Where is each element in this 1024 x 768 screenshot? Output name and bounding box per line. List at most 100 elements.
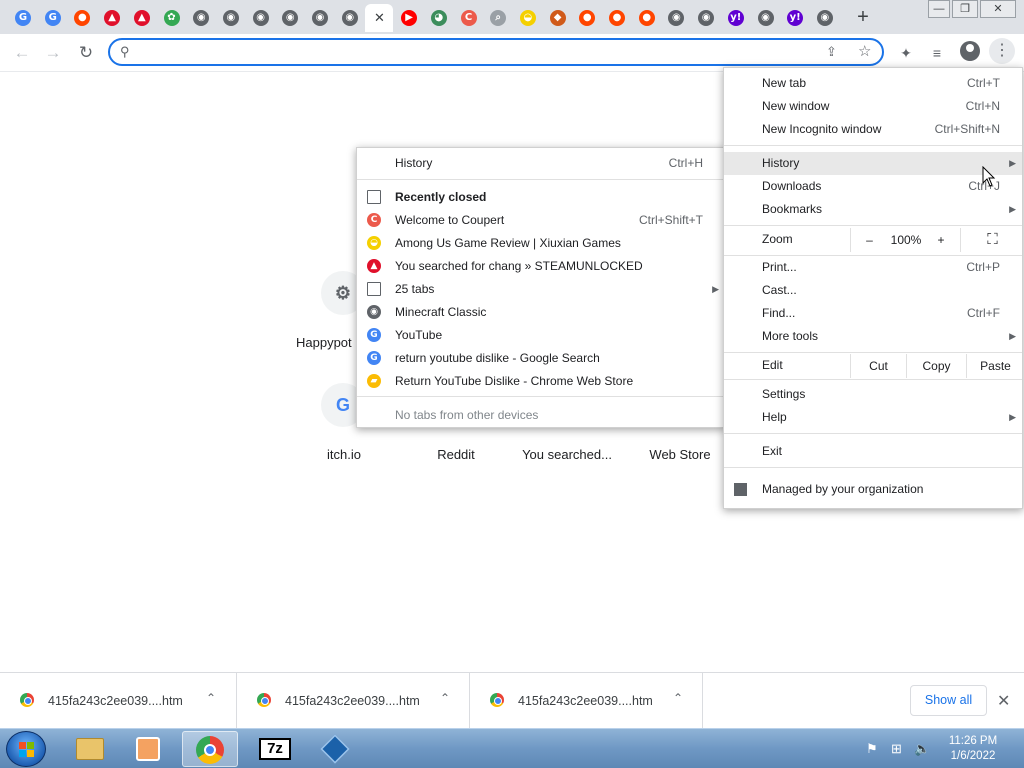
share-icon[interactable]: ⇪ bbox=[826, 44, 837, 60]
tab[interactable]: y! bbox=[781, 4, 809, 32]
tab[interactable]: ▶ bbox=[395, 4, 423, 32]
new-window-item[interactable]: New window Ctrl+N bbox=[724, 95, 1022, 118]
new-incognito-window-item[interactable]: New Incognito window Ctrl+Shift+N bbox=[724, 118, 1022, 141]
tab[interactable]: ◆ bbox=[544, 4, 572, 32]
tab[interactable]: ◉ bbox=[187, 4, 215, 32]
cast-item[interactable]: Cast... bbox=[724, 279, 1022, 302]
history-item[interactable]: History ▶ bbox=[724, 152, 1022, 175]
close-icon[interactable]: ✕ bbox=[371, 10, 387, 26]
tab[interactable]: ✕ bbox=[365, 4, 394, 32]
managed-by-org-item[interactable]: Managed by your organization bbox=[724, 478, 1022, 501]
window-close-button[interactable]: ✕ bbox=[980, 0, 1016, 18]
tab[interactable]: ◉ bbox=[662, 4, 690, 32]
chevron-up-icon[interactable]: ⌃ bbox=[440, 691, 450, 705]
chevron-up-icon[interactable]: ⌃ bbox=[206, 691, 216, 705]
new-tab-item[interactable]: New tab Ctrl+T bbox=[724, 72, 1022, 95]
system-clock[interactable]: 11:26 PM 1/6/2022 bbox=[938, 734, 1008, 764]
download-item[interactable]: 415fa243c2ee039....htm ⌃ bbox=[237, 673, 470, 729]
settings-item[interactable]: Settings bbox=[724, 383, 1022, 406]
omnibox[interactable]: ⚲ ⇪ ☆ bbox=[108, 38, 884, 66]
print-item[interactable]: Print... Ctrl+P bbox=[724, 256, 1022, 279]
notification-icon: ◆ bbox=[549, 10, 566, 26]
copy-button[interactable]: Copy bbox=[906, 354, 966, 378]
taskbar-media-player[interactable] bbox=[121, 731, 177, 767]
google-icon: G bbox=[367, 351, 381, 365]
volume-icon[interactable]: 🔈 bbox=[914, 741, 930, 757]
flag-icon[interactable]: ⚑ bbox=[866, 741, 878, 757]
back-button[interactable]: ← bbox=[10, 41, 34, 65]
tab[interactable]: ✿ bbox=[158, 4, 186, 32]
chevron-up-icon[interactable]: ⌃ bbox=[673, 691, 683, 705]
minimize-button[interactable]: — bbox=[928, 0, 950, 18]
tab[interactable]: G bbox=[39, 4, 67, 32]
zoom-in-button[interactable]: + bbox=[924, 228, 958, 252]
tab[interactable]: ◉ bbox=[692, 4, 720, 32]
tab[interactable]: ◉ bbox=[217, 4, 245, 32]
chrome-menu-button[interactable]: ⋮ bbox=[989, 38, 1015, 64]
tab[interactable]: ◉ bbox=[811, 4, 839, 32]
tab[interactable]: ● bbox=[68, 4, 96, 32]
history-entry[interactable]: ◒ Among Us Game Review | Xiuxian Games bbox=[357, 232, 725, 255]
zoom-out-button[interactable]: – bbox=[850, 228, 888, 252]
taskbar-chrome[interactable] bbox=[182, 731, 238, 767]
bookmark-star-icon[interactable]: ☆ bbox=[858, 42, 871, 60]
history-entry[interactable]: ◉ Minecraft Classic bbox=[357, 301, 725, 324]
shortcut-label[interactable]: Web Store bbox=[625, 447, 735, 462]
history-entry[interactable]: G YouTube bbox=[357, 324, 725, 347]
forward-button[interactable]: → bbox=[41, 41, 65, 65]
shortcut-label[interactable]: Reddit bbox=[401, 447, 511, 462]
tab[interactable]: ▲ bbox=[98, 4, 126, 32]
tab[interactable]: ◉ bbox=[247, 4, 275, 32]
help-item[interactable]: Help ▶ bbox=[724, 406, 1022, 429]
tab[interactable]: ● bbox=[633, 4, 661, 32]
cut-button[interactable]: Cut bbox=[850, 354, 906, 378]
history-entry[interactable]: Greturn youtube dislike - Google Search bbox=[357, 347, 725, 370]
tab[interactable]: ◉ bbox=[752, 4, 780, 32]
zoom-level: 100% bbox=[890, 233, 922, 247]
shortcut-label[interactable]: itch.io bbox=[289, 447, 399, 462]
tab[interactable]: ⌕ bbox=[484, 4, 512, 32]
tab[interactable]: ◉ bbox=[306, 4, 334, 32]
history-entry[interactable]: ▲ You searched for chang » STEAMUNLOCKED bbox=[357, 255, 725, 278]
restore-button[interactable]: ❐ bbox=[952, 0, 978, 18]
tab[interactable]: ◉ bbox=[276, 4, 304, 32]
tab[interactable]: ● bbox=[603, 4, 631, 32]
history-entry[interactable]: C Welcome to Coupert Ctrl+Shift+T bbox=[357, 209, 725, 232]
network-icon[interactable]: ⊞ bbox=[891, 741, 902, 757]
tab[interactable]: ▲ bbox=[128, 4, 156, 32]
tab[interactable]: ● bbox=[573, 4, 601, 32]
yahoo-icon: y! bbox=[787, 10, 804, 26]
media-controls-icon[interactable]: ≡ bbox=[926, 42, 948, 64]
show-all-button[interactable]: Show all bbox=[910, 685, 987, 716]
new-tab-button[interactable]: + bbox=[851, 6, 875, 30]
shortcut-label[interactable]: Happypot bbox=[296, 335, 356, 350]
taskbar-virtualbox[interactable] bbox=[308, 731, 364, 767]
tab[interactable]: C bbox=[455, 4, 483, 32]
download-item[interactable]: 415fa243c2ee039....htm ⌃ bbox=[0, 673, 237, 729]
download-item[interactable]: 415fa243c2ee039....htm ⌃ bbox=[470, 673, 703, 729]
taskbar-explorer[interactable] bbox=[62, 731, 118, 767]
downloads-item[interactable]: Downloads Ctrl+J bbox=[724, 175, 1022, 198]
fullscreen-icon[interactable]: ⛶ bbox=[960, 228, 1024, 252]
tab[interactable]: G bbox=[9, 4, 37, 32]
extensions-icon[interactable]: ✦ bbox=[895, 42, 917, 64]
history-menu-item[interactable]: History Ctrl+H bbox=[357, 152, 725, 175]
reload-button[interactable]: ↻ bbox=[74, 41, 98, 65]
shortcut-label[interactable]: You searched... bbox=[512, 447, 622, 462]
bookmarks-item[interactable]: Bookmarks ▶ bbox=[724, 198, 1022, 221]
find-item[interactable]: Find... Ctrl+F bbox=[724, 302, 1022, 325]
exit-item[interactable]: Exit bbox=[724, 440, 1022, 463]
tab[interactable]: ◒ bbox=[514, 4, 542, 32]
more-tools-item[interactable]: More tools ▶ bbox=[724, 325, 1022, 348]
tab[interactable]: ◕ bbox=[425, 4, 453, 32]
paste-button[interactable]: Paste bbox=[966, 354, 1024, 378]
history-entry[interactable]: 25 tabs ▶ bbox=[357, 278, 725, 301]
history-entry[interactable]: ▰ Return YouTube Dislike - Chrome Web Sto… bbox=[357, 370, 725, 393]
address-input[interactable] bbox=[142, 43, 802, 61]
tab[interactable]: ◉ bbox=[336, 4, 364, 32]
tab[interactable]: y! bbox=[722, 4, 750, 32]
profile-avatar[interactable] bbox=[960, 41, 980, 61]
close-icon[interactable]: ✕ bbox=[997, 691, 1010, 711]
taskbar-7zip[interactable]: 7z bbox=[247, 731, 303, 767]
start-button[interactable] bbox=[6, 731, 46, 767]
